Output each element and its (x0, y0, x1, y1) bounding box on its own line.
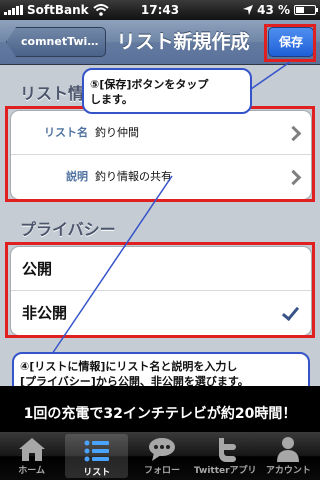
tab-home[interactable]: ホーム (0, 432, 63, 480)
tab-list-label: リスト (83, 468, 111, 478)
list-icon (84, 440, 109, 462)
tab-home-label: ホーム (18, 466, 45, 476)
twitter-t-icon (219, 438, 237, 462)
tab-account-label: アカウント (265, 466, 311, 476)
speech-bubble-icon (149, 438, 175, 461)
tab-follow-label: フォロー (144, 466, 181, 476)
tab-account[interactable]: アカウント (257, 432, 320, 480)
ad-banner[interactable]: 1回の充電で32インチテレビが約20時間！ (0, 386, 320, 432)
step5-callout-line1: ⑤[保存]ボタンをタップ (90, 78, 209, 91)
tab-list[interactable]: リスト (65, 434, 129, 478)
tab-twitter-app-label: Twitterアプリ (193, 466, 257, 476)
home-icon (18, 438, 45, 461)
tab-twitter-app[interactable]: Twitterアプリ (194, 432, 257, 480)
step4-callout-line1: ④[リストに情報]にリスト名と説明を入力し (20, 360, 238, 373)
step5-callout: ⑤[保存]ボタンをタップ します。 (82, 68, 252, 114)
step5-callout-line2: します。 (90, 93, 133, 106)
person-icon (277, 437, 300, 462)
tab-follow[interactable]: フォロー (130, 432, 193, 480)
tab-bar: ホーム リスト フォロー Twitterアプリ アカウント (0, 432, 320, 480)
